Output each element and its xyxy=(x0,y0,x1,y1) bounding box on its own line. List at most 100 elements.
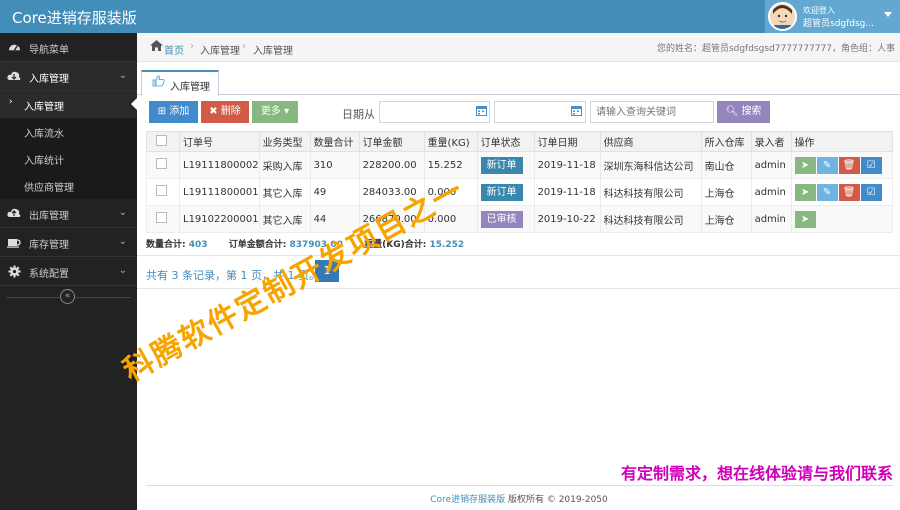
row-select-cell[interactable] xyxy=(146,151,180,179)
col-header[interactable]: 业务类型 xyxy=(258,131,311,152)
edit-icon[interactable]: ✎ xyxy=(816,156,838,174)
dashboard-icon xyxy=(7,41,21,55)
actions-cell: ➤ ✎ 🗑︎ ☑ xyxy=(790,151,894,179)
supplier: 深圳东海科信达公司 xyxy=(599,151,702,179)
qty-total-value: 403 xyxy=(188,240,208,250)
send-icon[interactable]: ➤ xyxy=(794,156,816,174)
col-header[interactable]: 订单状态 xyxy=(476,131,535,152)
date-from-input[interactable] xyxy=(379,101,490,123)
check-square-icon[interactable]: ☑ xyxy=(860,183,882,201)
avatar[interactable] xyxy=(768,2,797,31)
edit-icon[interactable]: ✎ xyxy=(816,183,838,201)
contact-watermark: 有定制需求，想在线体验请与我们联系 xyxy=(620,464,893,483)
sidebar-subitem-label: 入库管理 xyxy=(24,102,64,113)
add-button[interactable]: ⊞ 添加 xyxy=(149,101,198,123)
plus-icon: ⊞ xyxy=(157,106,170,117)
status-badge: 新订单 xyxy=(480,183,523,201)
double-chevron-left-icon[interactable]: « xyxy=(60,289,75,304)
table-header-row: 订单号 业务类型 数量合计 订单金额 重量(KG) 订单状态 订单日期 供应商 … xyxy=(146,131,894,152)
check-square-icon[interactable]: ☑ xyxy=(860,156,882,174)
tab-bar: 入库管理 xyxy=(137,62,900,96)
select-all-checkbox[interactable] xyxy=(156,134,167,146)
weight-total-value: 15.252 xyxy=(429,240,465,250)
row-select-cell[interactable] xyxy=(146,205,180,233)
breadcrumb-home[interactable]: 首页 xyxy=(164,42,184,57)
footer: Core进销存服装版 版权所有 © 2019-2050 xyxy=(0,492,900,505)
gear-icon xyxy=(7,265,21,279)
active-pointer xyxy=(131,97,138,111)
row-checkbox[interactable] xyxy=(156,185,167,196)
row-checkbox[interactable] xyxy=(156,158,167,169)
more-button[interactable]: 更多 ▾ xyxy=(252,101,298,123)
order-no: L19102200001 xyxy=(179,205,260,233)
tab-inbound-manage[interactable]: 入库管理 xyxy=(141,70,219,96)
coffee-icon xyxy=(7,236,21,250)
user-welcome: 欢迎登入 xyxy=(803,6,835,15)
breadcrumb-level2: 入库管理 xyxy=(253,46,293,57)
date-from-label: 日期从 xyxy=(342,108,375,121)
amount: 228200.00 xyxy=(358,151,425,179)
sidebar-subitem-label: 供应商管理 xyxy=(24,183,74,194)
sidebar-nav-menu[interactable]: 导航菜单 xyxy=(0,33,137,62)
sidebar-item-inventory[interactable]: 库存管理 ⌄ xyxy=(0,228,137,257)
row-checkbox[interactable] xyxy=(156,212,167,223)
col-header[interactable]: 供应商 xyxy=(599,131,702,152)
sidebar-subitem-supplier[interactable]: 供应商管理 xyxy=(0,172,137,199)
sidebar-item-inbound[interactable]: 入库管理 ⌄ xyxy=(0,62,137,91)
breadcrumb: 首页 › 入库管理 › 入库管理 您的姓名：超管员sdgfdsgsd777777… xyxy=(137,33,900,62)
calendar-icon[interactable] xyxy=(476,105,487,119)
order-date: 2019-10-22 xyxy=(533,205,601,233)
app-title[interactable]: Core进销存服装版 xyxy=(12,7,137,28)
sidebar-subitem-inbound-flow[interactable]: 入库流水 xyxy=(0,118,137,145)
user-name[interactable]: 超管员sdgfdsg... xyxy=(803,16,874,29)
warehouse: 上海仓 xyxy=(700,178,752,206)
sidebar-group-label: 入库管理 xyxy=(29,74,69,85)
divider xyxy=(146,485,893,486)
col-header[interactable]: 重量(KG) xyxy=(423,131,478,152)
table-row[interactable]: L19111800002 采购入库 310 228200.00 15.252 新… xyxy=(146,151,894,179)
row-select-cell[interactable] xyxy=(146,178,180,206)
status-cell: 新订单 xyxy=(476,178,535,206)
sidebar-subitem-label: 入库统计 xyxy=(24,156,64,167)
sidebar-group-label: 库存管理 xyxy=(29,240,69,251)
breadcrumb-level1[interactable]: 入库管理 xyxy=(200,42,240,57)
sidebar-subitem-inbound-manage[interactable]: › 入库管理 xyxy=(0,91,138,118)
col-header: 操作 xyxy=(790,131,894,152)
sidebar-subitem-inbound-stats[interactable]: 入库统计 xyxy=(0,145,137,172)
cloud-download-icon xyxy=(7,70,21,84)
warehouse: 南山仓 xyxy=(700,151,752,179)
col-header[interactable]: 所入仓库 xyxy=(700,131,752,152)
sidebar-item-settings[interactable]: 系统配置 ⌄ xyxy=(0,257,137,286)
table-row[interactable]: L19111800001 其它入库 49 284033.00 0.000 新订单… xyxy=(146,178,894,206)
col-header[interactable]: 数量合计 xyxy=(309,131,360,152)
trash-icon[interactable]: 🗑︎ xyxy=(838,156,860,174)
search-button[interactable]: 🔍︎ 搜索 xyxy=(717,101,770,123)
footer-brand[interactable]: Core进销存服装版 xyxy=(430,495,505,505)
user-menu[interactable]: 欢迎登入 超管员sdgfdsg... xyxy=(765,0,900,33)
add-button-label: 添加 xyxy=(169,106,190,117)
search-input[interactable] xyxy=(590,101,714,123)
more-button-label: 更多 xyxy=(260,106,281,117)
order-no: L19111800002 xyxy=(179,151,260,179)
col-header[interactable]: 订单号 xyxy=(179,131,260,152)
warehouse: 上海仓 xyxy=(700,205,752,233)
col-header[interactable]: 订单日期 xyxy=(533,131,601,152)
col-header[interactable]: 订单金额 xyxy=(358,131,425,152)
select-all-cell[interactable] xyxy=(146,131,180,152)
table-row[interactable]: L19102200001 其它入库 44 266870.00 0.000 已审核… xyxy=(146,205,894,233)
caret-down-icon[interactable] xyxy=(884,12,892,17)
supplier: 科达科技有限公司 xyxy=(599,205,702,233)
trash-icon[interactable]: 🗑︎ xyxy=(838,183,860,201)
calendar-icon[interactable] xyxy=(571,105,582,119)
col-header[interactable]: 录入者 xyxy=(750,131,792,152)
chevron-down-icon: ⌄ xyxy=(118,70,127,81)
hand-pointer-icon xyxy=(152,75,165,90)
send-icon[interactable]: ➤ xyxy=(794,183,816,201)
sidebar-item-outbound[interactable]: 出库管理 ⌄ xyxy=(0,199,137,228)
caret-down-icon: ▾ xyxy=(280,106,290,117)
delete-button[interactable]: ✖ 删除 xyxy=(201,101,249,123)
business-type: 采购入库 xyxy=(258,151,311,179)
chevron-right-icon: › xyxy=(242,41,246,52)
delete-button-label: 删除 xyxy=(220,106,241,117)
send-icon[interactable]: ➤ xyxy=(794,210,816,228)
